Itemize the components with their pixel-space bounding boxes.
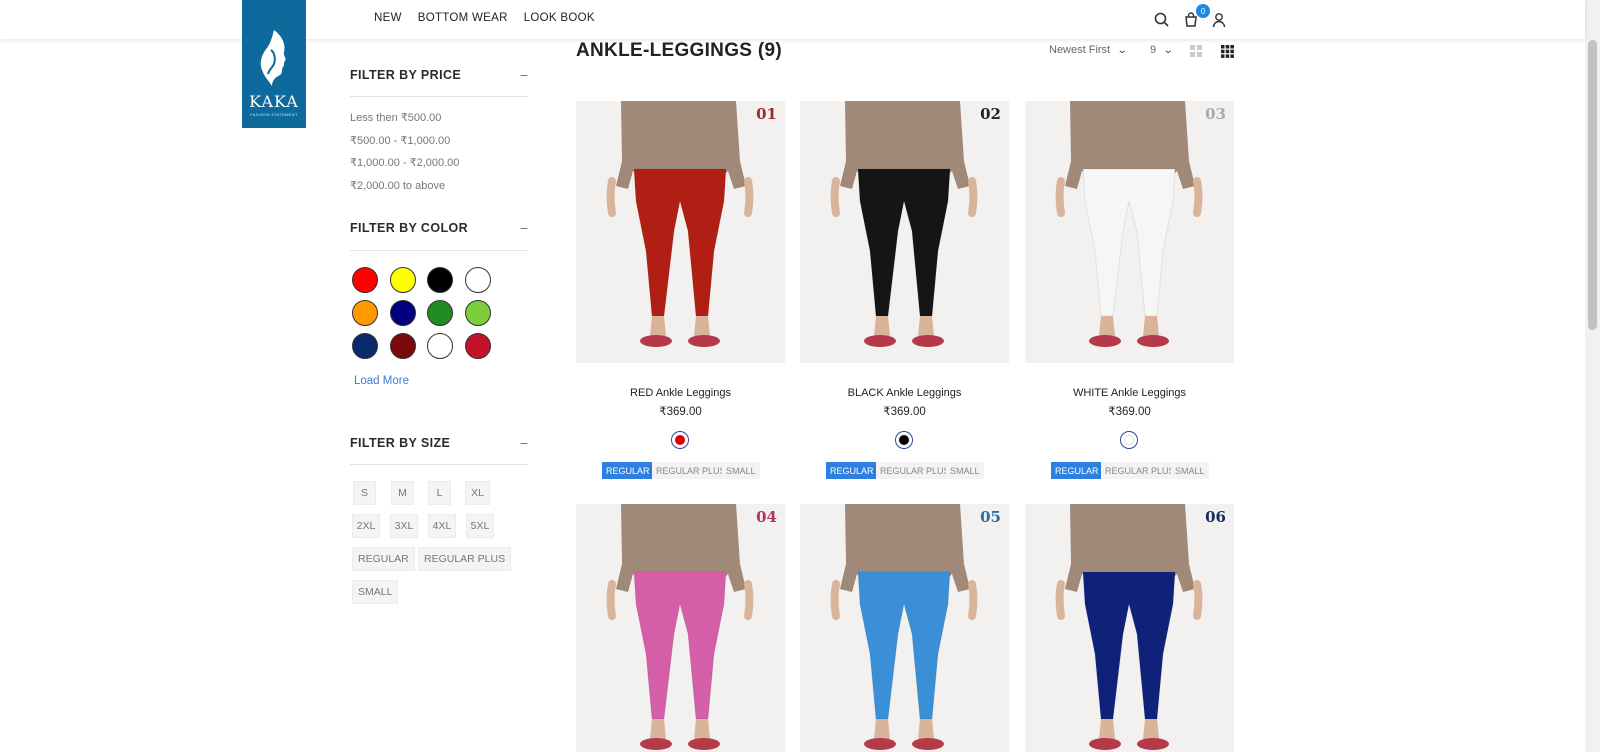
product-size-option[interactable]: SMALL xyxy=(1171,462,1209,479)
product-price: ₹369.00 xyxy=(883,406,926,418)
sort-value: Newest First xyxy=(1049,44,1111,56)
product-card[interactable]: 03 xyxy=(1025,101,1234,363)
product-name[interactable]: WHITE Ankle Leggings xyxy=(1025,387,1234,399)
color-swatch[interactable] xyxy=(389,267,416,293)
product-image xyxy=(576,101,785,363)
size-filter-xl[interactable]: XL xyxy=(465,481,490,505)
color-swatch[interactable] xyxy=(464,300,491,326)
scrollbar-thumb[interactable] xyxy=(1588,40,1597,330)
divider xyxy=(350,96,528,97)
grid-2-icon[interactable] xyxy=(1190,45,1202,57)
per-page-value: 9 xyxy=(1150,44,1157,56)
site-header: NEW BOTTOM WEAR LOOK BOOK 0 xyxy=(0,0,1585,39)
nav-bottom-wear[interactable]: BOTTOM WEAR xyxy=(418,12,508,24)
product-size-option[interactable]: REGULAR PLUS xyxy=(652,462,730,479)
per-page-dropdown[interactable]: 9 ⌄ xyxy=(1150,44,1174,56)
collapse-size-toggle[interactable]: – xyxy=(521,436,528,450)
product-card[interactable]: 02 xyxy=(800,101,1009,363)
search-icon[interactable] xyxy=(1153,11,1171,29)
size-filter-l[interactable]: L xyxy=(428,481,451,505)
size-filter-regular[interactable]: REGULAR xyxy=(352,547,415,571)
product-color-swatch[interactable] xyxy=(895,431,913,449)
price-option-2000-above[interactable]: ₹2,000.00 to above xyxy=(350,179,445,192)
chevron-down-icon: ⌄ xyxy=(1116,45,1128,56)
product-name[interactable]: BLACK Ankle Leggings xyxy=(800,387,1009,399)
color-swatch[interactable] xyxy=(427,300,453,326)
product-card[interactable]: 04 xyxy=(576,504,785,752)
product-size-option[interactable]: SMALL xyxy=(722,462,760,479)
size-filter-5xl[interactable]: 5XL xyxy=(466,514,494,538)
product-image xyxy=(1025,504,1234,752)
nav-new[interactable]: NEW xyxy=(374,12,402,24)
color-swatch[interactable] xyxy=(464,267,491,293)
product-name[interactable]: RED Ankle Leggings xyxy=(576,387,785,399)
filter-color-header[interactable]: FILTER BY COLOR – xyxy=(350,221,528,235)
page-scrollbar[interactable] xyxy=(1585,0,1600,752)
product-size-option[interactable]: REGULAR xyxy=(1051,462,1103,479)
main-nav: NEW BOTTOM WEAR LOOK BOOK xyxy=(374,12,611,24)
color-swatch[interactable] xyxy=(389,300,416,326)
color-swatch[interactable] xyxy=(389,333,416,359)
divider xyxy=(350,464,528,465)
product-number: 06 xyxy=(1205,508,1226,526)
product-size-option[interactable]: REGULAR PLUS xyxy=(1101,462,1179,479)
product-number: 04 xyxy=(756,508,777,526)
price-option-1000-2000[interactable]: ₹1,000.00 - ₹2,000.00 xyxy=(350,156,459,169)
filter-size-title: FILTER BY SIZE xyxy=(350,436,451,450)
divider xyxy=(350,250,528,251)
color-swatch[interactable] xyxy=(352,267,378,293)
product-number: 01 xyxy=(756,105,777,123)
collapse-color-toggle[interactable]: – xyxy=(521,221,528,235)
product-card[interactable]: 01 xyxy=(576,101,785,363)
product-number: 02 xyxy=(980,105,1001,123)
page-title: ANKLE-LEGGINGS (9) xyxy=(576,40,782,61)
product-size-option[interactable]: REGULAR PLUS xyxy=(876,462,954,479)
product-number: 05 xyxy=(980,508,1001,526)
price-option-under-500[interactable]: Less then ₹500.00 xyxy=(350,111,441,124)
size-filter-small[interactable]: SMALL xyxy=(352,580,399,604)
product-card[interactable]: 05 xyxy=(800,504,1009,752)
color-swatch[interactable] xyxy=(427,333,453,359)
nav-look-book[interactable]: LOOK BOOK xyxy=(524,12,595,24)
product-price: ₹369.00 xyxy=(1108,406,1151,418)
face-logo-icon xyxy=(260,30,286,86)
chevron-down-icon: ⌄ xyxy=(1162,45,1174,56)
size-filter-2xl[interactable]: 2XL xyxy=(352,514,380,538)
product-size-option[interactable]: SMALL xyxy=(946,462,984,479)
filter-color-title: FILTER BY COLOR xyxy=(350,221,469,235)
color-swatch[interactable] xyxy=(352,333,378,359)
cart-count-badge: 0 xyxy=(1196,4,1210,18)
color-swatch[interactable] xyxy=(352,300,378,326)
size-filter-m[interactable]: M xyxy=(391,481,414,505)
product-size-option[interactable]: REGULAR xyxy=(602,462,654,479)
product-color-swatch[interactable] xyxy=(1120,431,1138,449)
logo-tagline: FASHION STATEMENT xyxy=(250,112,298,117)
brand-logo[interactable]: KAKA FASHION STATEMENT xyxy=(242,0,306,128)
color-swatch[interactable] xyxy=(427,267,453,293)
product-number: 03 xyxy=(1205,105,1226,123)
product-image xyxy=(576,504,785,752)
product-color-swatch[interactable] xyxy=(671,431,689,449)
product-image xyxy=(800,101,1009,363)
color-swatch[interactable] xyxy=(464,333,491,359)
user-icon[interactable] xyxy=(1210,11,1228,29)
price-option-500-1000[interactable]: ₹500.00 - ₹1,000.00 xyxy=(350,134,450,147)
size-filter-regular-plus[interactable]: REGULAR PLUS xyxy=(418,547,512,571)
product-image xyxy=(1025,101,1234,363)
sort-dropdown[interactable]: Newest First ⌄ xyxy=(1049,44,1128,56)
size-filter-4xl[interactable]: 4XL xyxy=(428,514,456,538)
load-more-colors-link[interactable]: Load More xyxy=(354,375,409,387)
logo-text: KAKA xyxy=(249,92,299,111)
product-image xyxy=(800,504,1009,752)
size-filter-3xl[interactable]: 3XL xyxy=(390,514,418,538)
product-card[interactable]: 06 xyxy=(1025,504,1234,752)
size-filter-s[interactable]: S xyxy=(353,481,376,505)
filter-price-header[interactable]: FILTER BY PRICE – xyxy=(350,68,528,82)
product-size-option[interactable]: REGULAR xyxy=(826,462,878,479)
filter-size-header[interactable]: FILTER BY SIZE – xyxy=(350,436,528,450)
grid-3-icon[interactable] xyxy=(1221,45,1234,58)
product-price: ₹369.00 xyxy=(659,406,702,418)
collapse-price-toggle[interactable]: – xyxy=(521,68,528,82)
filter-price-title: FILTER BY PRICE xyxy=(350,68,462,82)
